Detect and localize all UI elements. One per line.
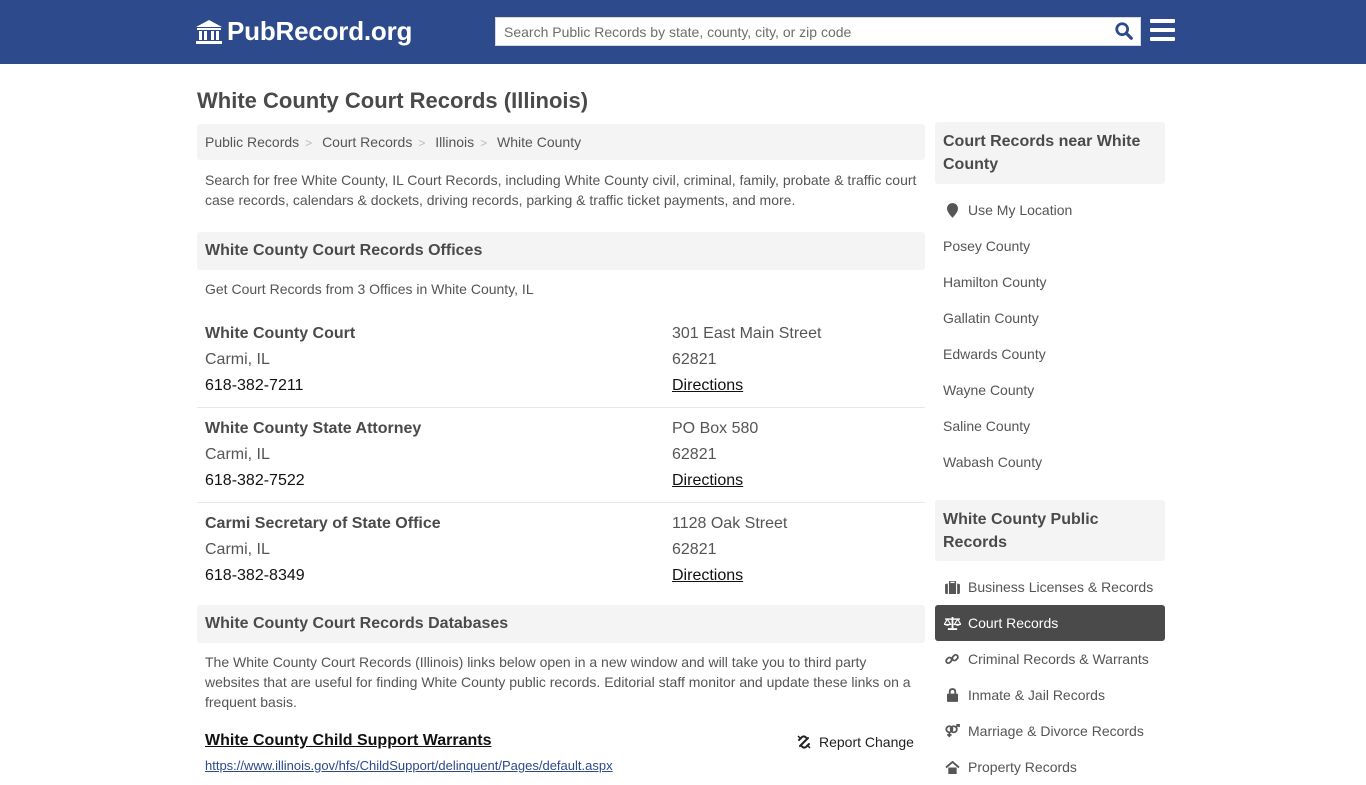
office-zip: 62821 [672,446,717,463]
page-title: White County Court Records (Illinois) [197,88,589,113]
breadcrumb-public-records[interactable]: Public Records [205,134,299,150]
offices-heading: White County Court Records Offices [197,232,925,270]
breadcrumb-illinois[interactable]: Illinois [435,134,474,150]
home-icon [943,759,961,775]
search-icon [1115,22,1133,40]
breadcrumb-separator: > [418,136,426,150]
breadcrumb-separator: > [480,136,488,150]
office-card: White County Court Carmi, IL 618-382-721… [197,313,925,408]
breadcrumb-court-records[interactable]: Court Records [322,134,412,150]
nearby-county-link[interactable]: Edwards County [935,336,1165,372]
office-name: White County Court [205,325,356,342]
directions-link[interactable]: Directions [672,468,758,494]
sidebar-item-inmate-records[interactable]: Inmate & Jail Records [935,677,1165,713]
office-card: Carmi Secretary of State Office Carmi, I… [197,503,925,598]
courthouse-icon [196,19,222,44]
nearby-heading: Court Records near White County [935,122,1165,184]
sidebar-item-property-records[interactable]: Property Records [935,749,1165,785]
public-records-heading: White County Public Records [935,500,1165,561]
breadcrumb-white-county: White County [497,134,582,150]
office-phone[interactable]: 618-382-7211 [205,373,355,399]
logo-text: PubRecord.org [227,16,413,46]
nearby-county-link[interactable]: Wabash County [935,444,1165,480]
briefcase-icon [943,579,961,595]
sidebar-item-court-records[interactable]: Court Records [935,605,1165,641]
venus-mars-icon [943,723,961,739]
map-marker-icon [943,202,961,218]
office-name: White County State Attorney [205,420,422,437]
nearby-county-link[interactable]: Wayne County [935,372,1165,408]
office-city: Carmi, IL [205,541,270,558]
office-phone[interactable]: 618-382-7522 [205,468,421,494]
balance-scale-icon [943,615,961,631]
report-change-label: Report Change [819,734,914,750]
sidebar-item-business-licenses[interactable]: Business Licenses & Records [935,569,1165,605]
sidebar-item-label: Criminal Records & Warrants [968,651,1149,667]
intro-text: Search for free White County, IL Court R… [205,172,917,208]
use-my-location-label: Use My Location [968,202,1073,218]
use-my-location-button[interactable]: Use My Location [935,192,1165,228]
office-name: Carmi Secretary of State Office [205,515,441,532]
directions-link[interactable]: Directions [672,563,787,589]
office-card: White County State Attorney Carmi, IL 61… [197,408,925,503]
broken-link-icon [797,735,811,749]
office-phone[interactable]: 618-382-8349 [205,563,441,589]
databases-intro: The White County Court Records (Illinois… [205,654,911,710]
database-link[interactable]: White County Child Support Warrants [205,732,492,750]
sidebar-item-label: Inmate & Jail Records [968,687,1105,703]
link-icon [943,651,961,667]
search-input[interactable] [496,18,1106,45]
office-address: 301 East Main Street [672,325,822,342]
sidebar-item-label: Court Records [968,615,1059,631]
database-url[interactable]: https://www.illinois.gov/hfs/ChildSuppor… [205,758,613,773]
lock-icon [943,687,961,703]
nearby-county-link[interactable]: Saline County [935,408,1165,444]
sidebar-item-label: Business Licenses & Records [968,579,1154,595]
directions-link[interactable]: Directions [672,373,821,399]
sidebar-item-label: Property Records [968,759,1077,775]
office-city: Carmi, IL [205,351,270,368]
report-change-button[interactable]: Report Change [796,734,914,750]
office-address: 1128 Oak Street [672,515,788,532]
nearby-county-link[interactable]: Hamilton County [935,264,1165,300]
sidebar-item-label: Marriage & Divorce Records [968,723,1144,739]
offices-subtitle: Get Court Records from 3 Offices in Whit… [205,281,534,297]
office-zip: 62821 [672,541,717,558]
search-button[interactable] [1112,21,1136,43]
office-zip: 62821 [672,351,717,368]
site-logo[interactable]: PubRecord.org [195,16,412,47]
top-navbar: PubRecord.org [0,0,1366,64]
breadcrumb: Public Records > Court Records > Illinois >… [197,124,925,160]
breadcrumb-separator: > [305,136,313,150]
search-bar [495,17,1141,46]
nearby-county-link[interactable]: Posey County [935,228,1165,264]
nearby-county-link[interactable]: Gallatin County [935,300,1165,336]
databases-heading: White County Court Records Databases [197,605,925,643]
office-city: Carmi, IL [205,446,270,463]
hamburger-menu-icon[interactable] [1150,19,1175,41]
sidebar-item-marriage-records[interactable]: Marriage & Divorce Records [935,713,1165,749]
sidebar-item-criminal-records[interactable]: Criminal Records & Warrants [935,641,1165,677]
office-address: PO Box 580 [672,420,759,437]
